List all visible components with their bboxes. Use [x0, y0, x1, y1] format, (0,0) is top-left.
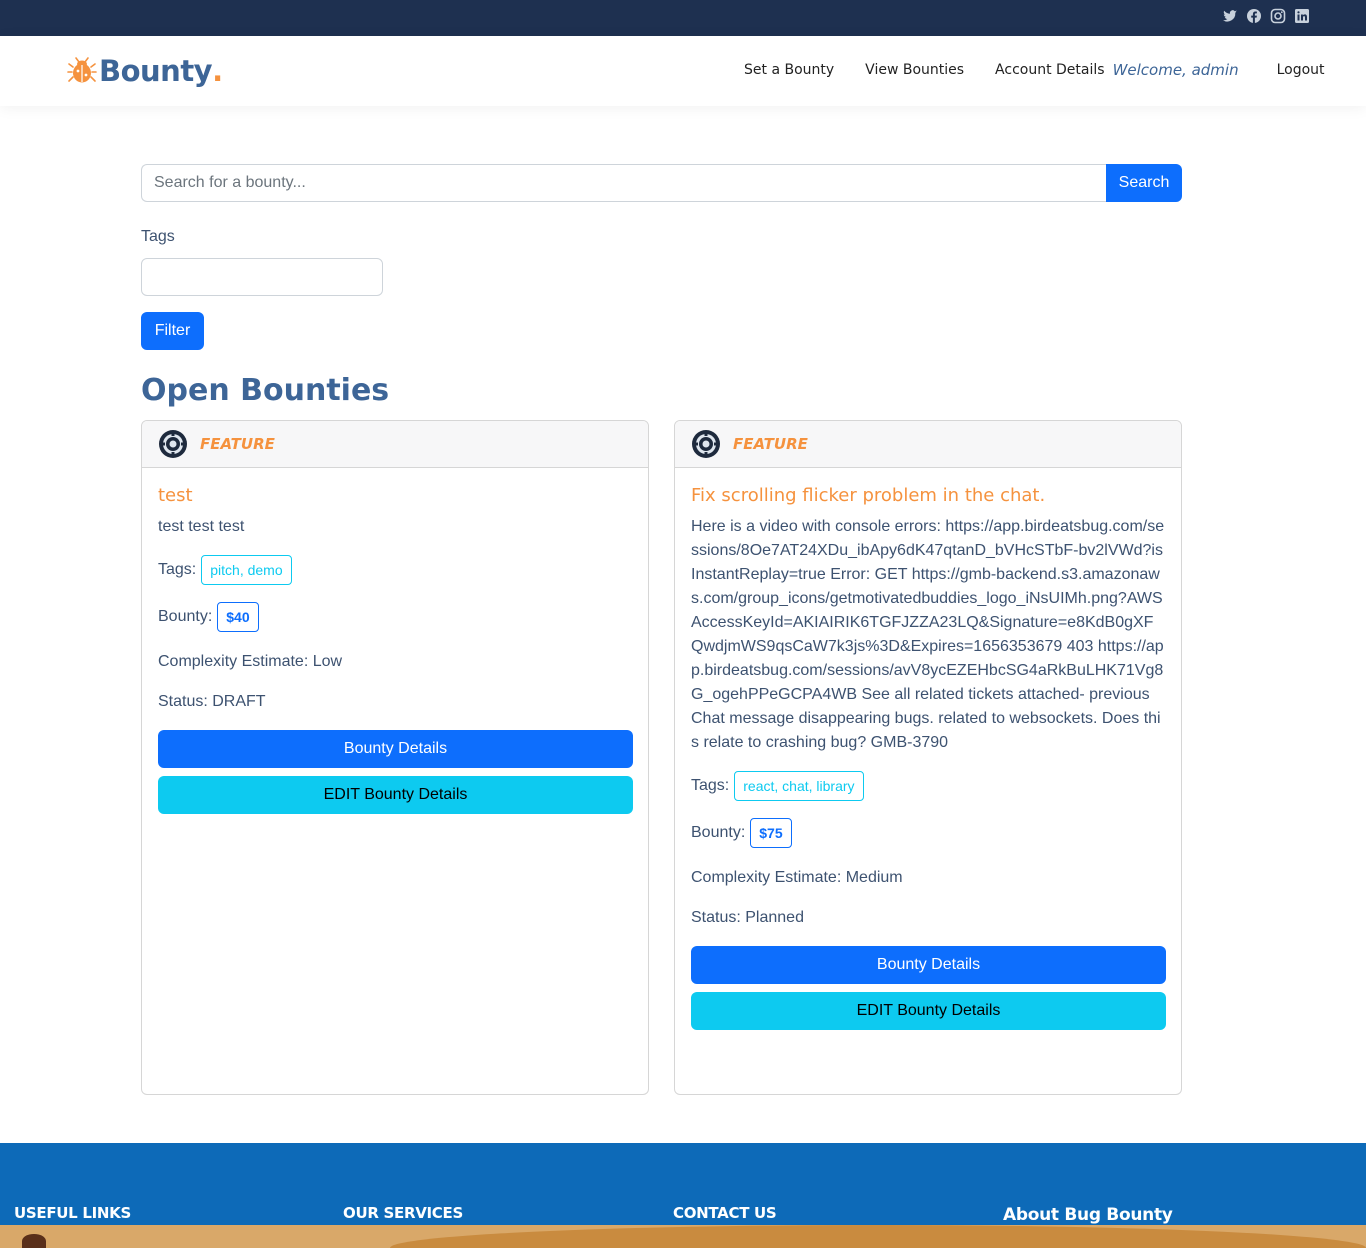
feature-gear-icon	[691, 429, 721, 459]
bounty-description: Here is a video with console errors: htt…	[691, 518, 1165, 751]
nav-logout[interactable]: Logout	[1277, 62, 1325, 78]
twitter-icon[interactable]	[1222, 8, 1238, 24]
bounty-amount-row: Bounty: $75	[691, 818, 1165, 848]
footer-contact-us-heading: CONTACT US	[673, 1204, 777, 1222]
complexity-estimate: Complexity Estimate: Low	[158, 653, 343, 670]
bounty-tags-row: Tags: pitch, demo	[158, 555, 632, 585]
brand-dot: .	[212, 54, 224, 88]
nav-view-bounties[interactable]: View Bounties	[865, 62, 964, 78]
bounty-details-button[interactable]: Bounty Details	[691, 946, 1166, 984]
top-bar	[0, 0, 1366, 36]
brand-logo[interactable]: Bounty.	[67, 53, 223, 89]
bounty-row-label: Bounty:	[158, 608, 213, 625]
footer-useful-links-heading: USEFUL LINKS	[14, 1204, 131, 1222]
bounty-row-label: Bounty:	[691, 824, 746, 841]
nav-account-details[interactable]: Account Details	[995, 62, 1105, 78]
tag-badge: react, chat, library	[734, 771, 864, 801]
footer-our-services-heading: OUR SERVICES	[343, 1204, 463, 1222]
site-header: Bounty. Set a Bounty View Bounties Accou…	[0, 36, 1366, 106]
edit-bounty-button[interactable]: EDIT Bounty Details	[158, 776, 633, 814]
bounty-title: Fix scrolling flicker problem in the cha…	[691, 485, 1046, 506]
bounty-title: test	[158, 485, 193, 506]
tag-badge: pitch, demo	[201, 555, 292, 585]
nav-set-bounty[interactable]: Set a Bounty	[744, 62, 834, 78]
tags-input[interactable]	[141, 258, 383, 296]
tags-row-label: Tags:	[691, 777, 730, 794]
bounty-card: FEATURE test test test test Tags: pitch,…	[141, 420, 649, 1095]
welcome-text: Welcome, admin	[1112, 61, 1239, 79]
main-nav: Set a Bounty View Bounties Account Detai…	[744, 61, 1325, 79]
social-links	[1222, 8, 1310, 24]
bounty-type: FEATURE	[733, 435, 808, 453]
tags-label: Tags	[141, 228, 175, 245]
card-header: FEATURE	[675, 421, 1181, 468]
complexity-estimate: Complexity Estimate: Medium	[691, 869, 903, 886]
search-bar: Search	[141, 164, 1182, 202]
bounty-amount-row: Bounty: $40	[158, 602, 632, 632]
bounty-card: FEATURE Fix scrolling flicker problem in…	[674, 420, 1182, 1095]
instagram-icon[interactable]	[1270, 8, 1286, 24]
search-input[interactable]	[141, 164, 1106, 202]
edit-bounty-button[interactable]: EDIT Bounty Details	[691, 992, 1166, 1030]
bounty-description: test test test	[158, 518, 245, 535]
card-header: FEATURE	[142, 421, 648, 468]
linkedin-icon[interactable]	[1294, 8, 1310, 24]
bounty-status: Status: DRAFT	[158, 693, 266, 710]
facebook-icon[interactable]	[1246, 8, 1262, 24]
brand-name: Bounty	[99, 54, 213, 88]
bounty-type: FEATURE	[200, 435, 275, 453]
filter-button[interactable]: Filter	[141, 312, 204, 350]
footer-about-heading: About Bug Bounty	[1003, 1205, 1173, 1225]
search-button[interactable]: Search	[1106, 164, 1182, 202]
bounty-status: Status: Planned	[691, 909, 804, 926]
bug-logo-icon	[67, 56, 97, 86]
tags-row-label: Tags:	[158, 561, 197, 578]
bounty-amount-badge: $75	[750, 818, 792, 848]
section-title: Open Bounties	[141, 373, 390, 408]
feature-gear-icon	[158, 429, 188, 459]
bounty-amount-badge: $40	[217, 602, 259, 632]
bounty-tags-row: Tags: react, chat, library	[691, 771, 1165, 801]
footer-rock	[22, 1234, 46, 1248]
bounty-details-button[interactable]: Bounty Details	[158, 730, 633, 768]
